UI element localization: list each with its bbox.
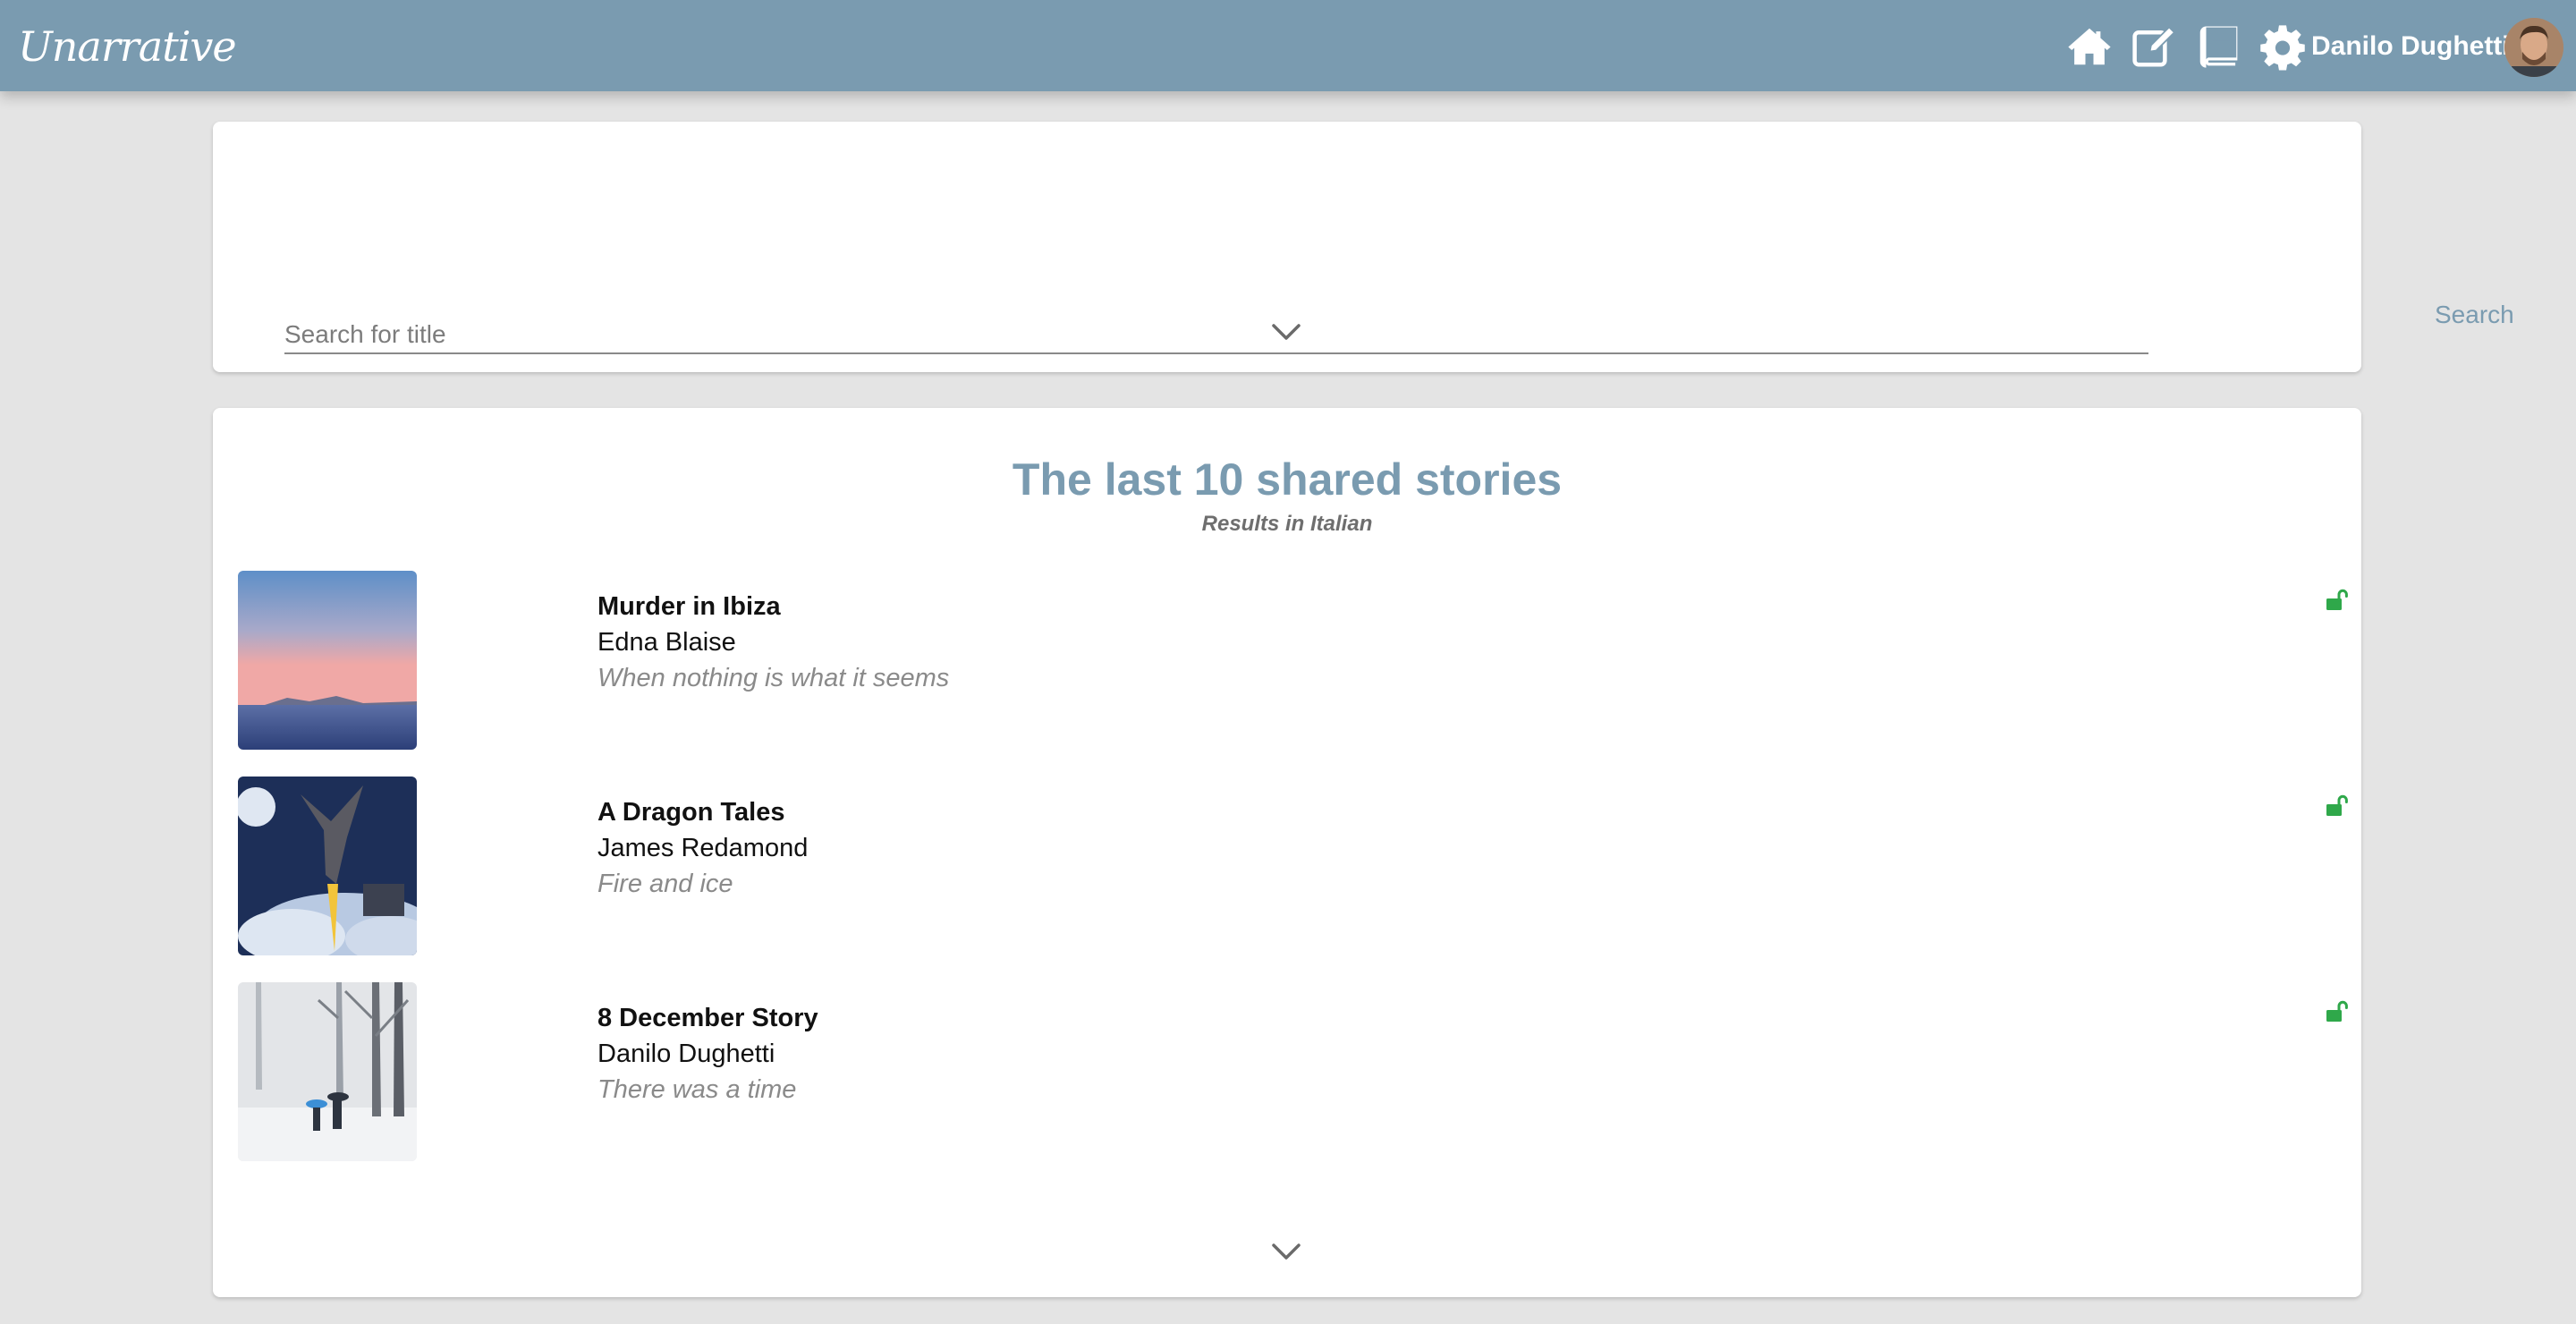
story-cover-image[interactable] — [238, 571, 417, 750]
unlock-icon[interactable] — [2324, 998, 2351, 1025]
story-title[interactable]: Murder in Ibiza — [597, 592, 781, 622]
section-subtitle: Results in Italian — [1201, 512, 1373, 536]
book-icon[interactable] — [2191, 20, 2245, 73]
shared-stories-card: The last 10 shared stories Results in It… — [213, 408, 2361, 1297]
app-logo[interactable]: Unarrative — [18, 18, 237, 75]
story-title[interactable]: A Dragon Tales — [597, 798, 785, 828]
story-author: Danilo Dughetti — [597, 1040, 775, 1068]
story-tagline: Fire and ice — [597, 870, 733, 898]
edit-icon[interactable] — [2127, 20, 2181, 73]
nav-icon-group — [2063, 20, 2320, 73]
search-button[interactable]: Search — [2435, 301, 2514, 329]
story-tagline: There was a time — [597, 1075, 797, 1104]
avatar[interactable] — [2504, 18, 2563, 77]
search-card: Search — [213, 122, 2514, 372]
section-title: The last 10 shared stories — [1012, 454, 1563, 505]
story-title[interactable]: 8 December Story — [597, 1004, 818, 1033]
story-author: James Redamond — [597, 834, 809, 862]
chevron-down-icon[interactable] — [1268, 320, 1304, 344]
story-item[interactable]: Murder in Ibiza Edna Blaise When nothing… — [238, 571, 2348, 750]
unlock-icon[interactable] — [2324, 793, 2351, 819]
story-item[interactable]: 8 December Story Danilo Dughetti There w… — [238, 982, 2348, 1161]
chevron-down-icon[interactable] — [1268, 1240, 1304, 1263]
top-navigation-bar: Unarrative Danilo Dughetti — [0, 0, 2576, 91]
home-icon[interactable] — [2063, 20, 2116, 73]
story-tagline: When nothing is what it seems — [597, 664, 950, 692]
user-name[interactable]: Danilo Dughetti — [2311, 30, 2510, 63]
story-author: Edna Blaise — [597, 628, 736, 657]
story-item[interactable]: A Dragon Tales James Redamond Fire and i… — [238, 777, 2348, 955]
search-input[interactable] — [284, 301, 2148, 354]
story-cover-image[interactable] — [238, 982, 417, 1161]
story-cover-image[interactable] — [238, 777, 417, 955]
unlock-icon[interactable] — [2324, 587, 2351, 614]
gear-icon[interactable] — [2256, 20, 2309, 73]
